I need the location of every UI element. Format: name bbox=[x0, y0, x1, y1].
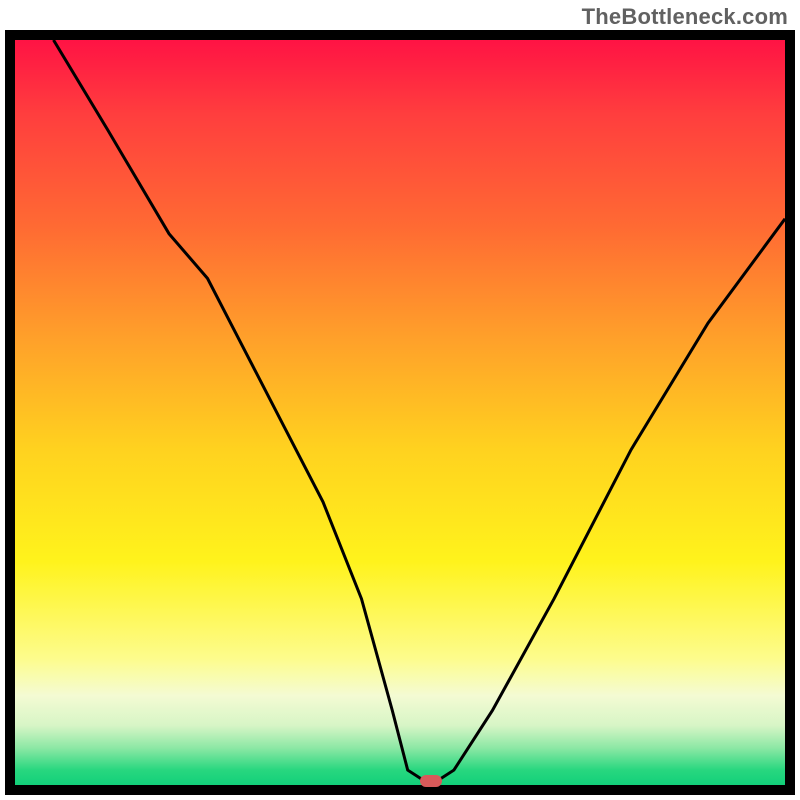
watermark-text: TheBottleneck.com bbox=[582, 4, 788, 30]
curve-layer bbox=[15, 40, 785, 785]
chart-frame: TheBottleneck.com bbox=[0, 0, 800, 800]
plot-area bbox=[5, 30, 795, 795]
trough-marker bbox=[420, 775, 442, 787]
bottleneck-curve bbox=[54, 40, 786, 785]
